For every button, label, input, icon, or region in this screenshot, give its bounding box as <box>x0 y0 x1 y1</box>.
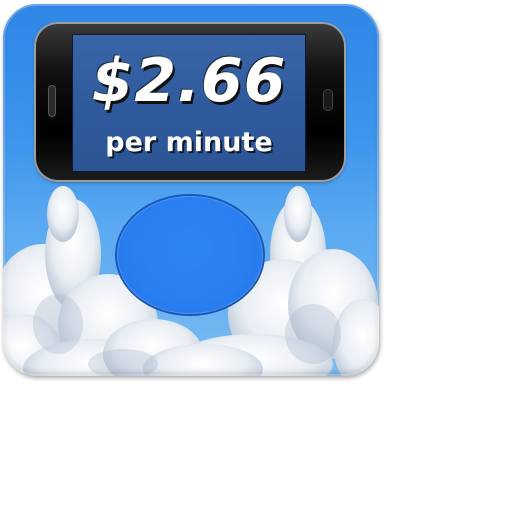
round-blue-button[interactable] <box>117 196 263 314</box>
phone-frame: $2.66 per minute <box>36 24 344 180</box>
phone-speaker <box>324 90 332 110</box>
app-icon[interactable]: $2.66 per minute <box>3 4 379 376</box>
rate-unit-label: per minute <box>105 127 273 158</box>
price-label: $2.66 <box>91 46 287 116</box>
phone-screen: $2.66 per minute <box>72 34 306 172</box>
canvas: $2.66 per minute <box>0 0 512 512</box>
phone-home-button <box>49 86 55 116</box>
